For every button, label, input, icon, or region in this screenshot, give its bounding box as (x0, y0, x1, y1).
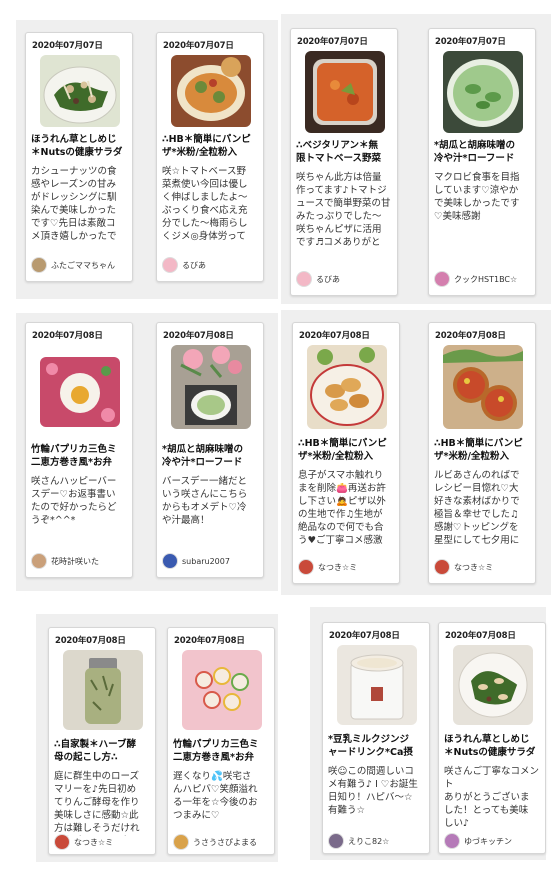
comment-text: 咲☆トマトベース野 菜煮使い今回は優し く伸ばしましたよ〜 ぷっくり食べ応え充 … (162, 166, 248, 242)
comment-text: マクロビ食事を目指 しています♡涼やか で美味しかったです ♡美味感謝 (434, 172, 520, 222)
card-date: 2020年07月08日 (435, 331, 506, 341)
card-date: 2020年07月07日 (297, 37, 368, 47)
card-date: 2020年07月08日 (163, 331, 234, 341)
username[interactable]: うさうさぴよまる (193, 837, 257, 848)
recipe-thumbnail[interactable] (171, 55, 251, 127)
recipe-title[interactable]: *胡瓜と胡麻味噌の 冷や汁*ローフード (162, 443, 260, 471)
user-info[interactable]: 花時計咲いた (31, 553, 129, 569)
username[interactable]: なつき☆ミ (318, 562, 357, 573)
avatar[interactable] (162, 553, 178, 569)
comment-text: 咲さんご丁寧なコメント ありがとうございま した！とっても美味 しい♪ (444, 766, 540, 829)
recipe-title[interactable]: ∴HB＊簡単にパンピ ザ*米粉/全粒粉入 (434, 437, 532, 465)
recipe-title[interactable]: ∴HB＊簡単にパンピ ザ*米粉/全粒粉入 (162, 133, 260, 161)
recipe-thumbnail[interactable] (307, 345, 387, 429)
card-date: 2020年07月08日 (445, 631, 516, 641)
recipe-card[interactable]: 2020年07月07日 ∴ベジタリアン＊無 限トマトベース野菜 咲ちゃん此方は倍… (290, 28, 398, 296)
recipe-card[interactable]: 2020年07月08日 ∴HB＊簡単にパンピ ザ*米粉/全粒粉入 ルビあさんのれ… (428, 322, 536, 584)
card-date: 2020年07月08日 (329, 631, 400, 641)
comment-text: 咲さんハッピーバー スデー♡お返事書い たので好かったらど うぞ*^^* (31, 476, 117, 526)
comment-text: ルビあさんのればで レシピー目惚れ♡大 好きな素材ばかりで 極旨＆幸せでした♫ … (434, 470, 520, 546)
comment-text: 咲☺この間週しいコ メ有難う♪ I ♡お誕生 日知り！ハピバ〜☆ 有難う☆ (328, 766, 418, 816)
comment-text: カシューナッツの食 感やレーズンの甘み がドレッシングに馴 染んで美味しかった … (31, 166, 117, 242)
card-date: 2020年07月08日 (55, 636, 126, 646)
user-info[interactable]: るびあ (296, 271, 394, 287)
recipe-card[interactable]: 2020年07月08日 ほうれん草としめじ ＊Nutsの健康サラダ 咲さんご丁寧… (438, 622, 546, 854)
avatar[interactable] (54, 834, 70, 850)
recipe-card[interactable]: 2020年07月07日 *胡瓜と胡麻味噌の 冷や汁*ローフード マクロビ食事を目… (428, 28, 536, 296)
recipe-card[interactable]: 2020年07月07日 ほうれん草としめじ ＊Nutsの健康サラダ カシューナッ… (25, 32, 133, 282)
recipe-title[interactable]: ほうれん草としめじ ＊Nutsの健康サラダ (31, 133, 129, 161)
recipe-thumbnail[interactable] (443, 51, 523, 133)
card-date: 2020年07月08日 (32, 331, 103, 341)
recipe-card[interactable]: 2020年07月08日 *胡瓜と胡麻味噌の 冷や汁*ローフード バースデー一緒だ… (156, 322, 264, 578)
user-info[interactable]: なつき☆ミ (298, 559, 396, 575)
user-info[interactable]: subaru2007 (162, 553, 260, 569)
recipe-card[interactable]: 2020年07月08日 竹輪パプリカ三色ミ 二恵方巻き風*お弁 遅くなり💦咲宅さ… (167, 627, 275, 855)
recipe-thumbnail[interactable] (40, 55, 120, 127)
card-date: 2020年07月08日 (174, 636, 245, 646)
comment-text: 息子がスマホ触れり まを削除👛再送お許 し下さい🙇ピザ以外 の生地で作♫生地が … (298, 470, 386, 546)
recipe-card[interactable]: 2020年07月08日 ∴自家製＊ハーブ酵 母の起こし方∴ 庭に群生中のローズ … (48, 627, 156, 855)
username[interactable]: ふたごママちゃん (51, 260, 115, 271)
avatar[interactable] (434, 271, 450, 287)
avatar[interactable] (162, 257, 178, 273)
username[interactable]: なつき☆ミ (454, 562, 493, 573)
recipe-thumbnail[interactable] (305, 51, 385, 133)
card-date: 2020年07月08日 (299, 331, 370, 341)
username[interactable]: るびあ (182, 260, 206, 271)
card-date: 2020年07月07日 (163, 41, 234, 51)
user-info[interactable]: えりこ82☆ (328, 833, 426, 849)
avatar[interactable] (298, 559, 314, 575)
recipe-card[interactable]: 2020年07月08日 *豆乳ミルクジンジ ャードリンク*Ca摂 咲☺この間週し… (322, 622, 430, 854)
username[interactable]: るびあ (316, 274, 340, 285)
user-info[interactable]: なつき☆ミ (434, 559, 532, 575)
user-info[interactable]: クックHST1BC☆ (434, 271, 532, 287)
comment-text: 遅くなり💦咲宅さ んハピバ♡笑顔溢れ る一年を☆今後のお つまみに♡ (173, 771, 258, 821)
recipe-title[interactable]: ∴自家製＊ハーブ酵 母の起こし方∴ (54, 738, 152, 766)
recipe-thumbnail[interactable] (182, 650, 262, 730)
recipe-title[interactable]: ほうれん草としめじ ＊Nutsの健康サラダ (444, 733, 542, 761)
username[interactable]: なつき☆ミ (74, 837, 113, 848)
user-info[interactable]: るびあ (162, 257, 260, 273)
recipe-title[interactable]: *胡瓜と胡麻味噌の 冷や汁*ローフード (434, 139, 532, 167)
user-info[interactable]: うさうさぴよまる (173, 834, 271, 850)
recipe-card[interactable]: 2020年07月07日 ∴HB＊簡単にパンピ ザ*米粉/全粒粉入 咲☆トマトベー… (156, 32, 264, 282)
username[interactable]: 花時計咲いた (51, 556, 99, 567)
recipe-card[interactable]: 2020年07月08日 竹輪パプリカ三色ミ 二恵方巻き風*お弁 咲さんハッピーバ… (25, 322, 133, 578)
comment-text: バースデー一緒だと いう咲さんにこちら からもオメデト♡冷 や汁最高！ (162, 476, 248, 526)
avatar[interactable] (296, 271, 312, 287)
recipe-card[interactable]: 2020年07月08日 ∴HB＊簡単にパンピ ザ*米粉/全粒粉入 息子がスマホ触… (292, 322, 400, 584)
user-info[interactable]: なつき☆ミ (54, 834, 152, 850)
avatar[interactable] (434, 559, 450, 575)
comment-text: 咲ちゃん此方は倍量 作ってます♪トマトジ ュースで簡単野菜の甘 みたっぷりでした… (296, 172, 391, 248)
username[interactable]: subaru2007 (182, 557, 230, 566)
recipe-title[interactable]: 竹輪パプリカ三色ミ 二恵方巻き風*お弁 (31, 443, 129, 471)
recipe-thumbnail[interactable] (453, 645, 533, 725)
recipe-title[interactable]: 竹輪パプリカ三色ミ 二恵方巻き風*お弁 (173, 738, 271, 766)
avatar[interactable] (173, 834, 189, 850)
recipe-title[interactable]: ∴ベジタリアン＊無 限トマトベース野菜 (296, 139, 394, 167)
card-date: 2020年07月07日 (32, 41, 103, 51)
user-info[interactable]: ふたごママちゃん (31, 257, 129, 273)
recipe-thumbnail[interactable] (40, 357, 120, 427)
avatar[interactable] (31, 553, 47, 569)
recipe-thumbnail[interactable] (337, 645, 417, 725)
avatar[interactable] (328, 833, 344, 849)
recipe-title[interactable]: *豆乳ミルクジンジ ャードリンク*Ca摂 (328, 733, 426, 761)
card-date: 2020年07月07日 (435, 37, 506, 47)
comment-text: 庭に群生中のローズ マリーを♪先日初め てりんご酵母を作り 美味しさに感動☆此 … (54, 771, 140, 834)
avatar[interactable] (444, 833, 460, 849)
username[interactable]: ゆづキッチン (464, 836, 512, 847)
username[interactable]: えりこ82☆ (348, 836, 389, 847)
user-info[interactable]: ゆづキッチン (444, 833, 542, 849)
recipe-thumbnail[interactable] (443, 345, 523, 429)
recipe-thumbnail[interactable] (171, 345, 251, 429)
recipe-title[interactable]: ∴HB＊簡単にパンピ ザ*米粉/全粒粉入 (298, 437, 396, 465)
recipe-thumbnail[interactable] (63, 650, 143, 730)
username[interactable]: クックHST1BC☆ (454, 274, 517, 285)
avatar[interactable] (31, 257, 47, 273)
